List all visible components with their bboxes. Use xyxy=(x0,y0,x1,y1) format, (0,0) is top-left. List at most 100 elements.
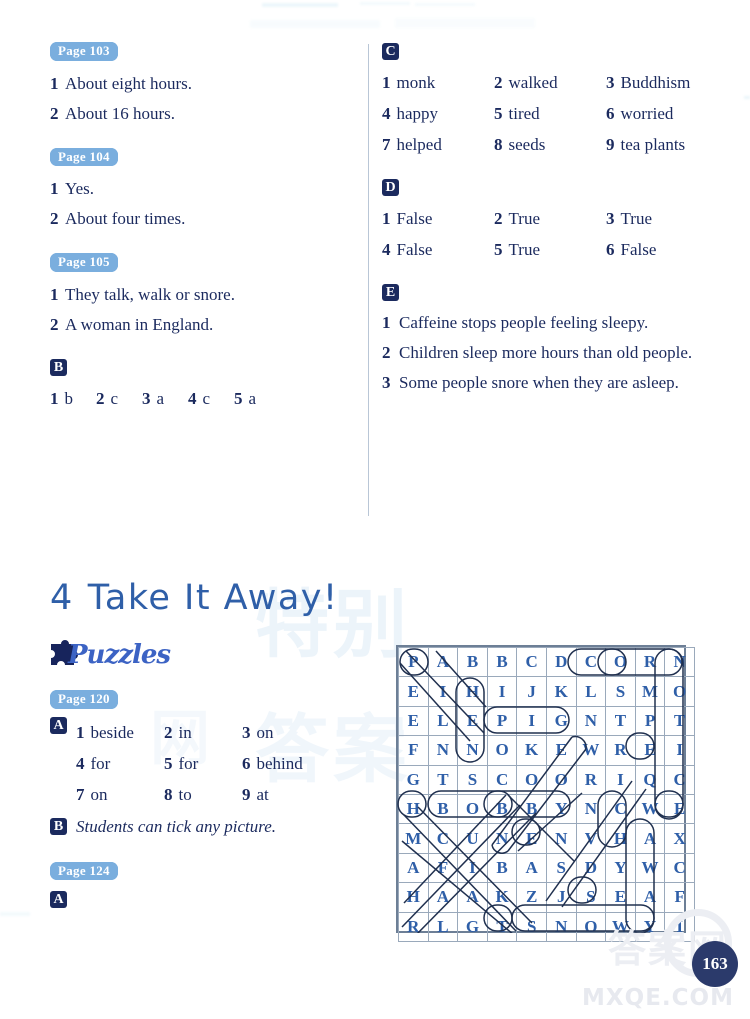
section-e-block: E 1 Caffeine stops people feeling sleepy… xyxy=(382,283,712,398)
word-search-cell: N xyxy=(486,823,518,854)
word-search-cell: I xyxy=(605,764,636,795)
word-search-cell: I xyxy=(457,852,488,884)
word-search-cell: S xyxy=(575,882,607,913)
section-letter-c: C xyxy=(382,42,399,60)
section-b-block: B Students can tick any picture. xyxy=(50,814,360,840)
answer-cell: 6 behind xyxy=(242,748,360,779)
answer-number: 1 xyxy=(50,179,59,199)
answer-number: 9 xyxy=(242,784,251,804)
section-letter-a: A xyxy=(50,891,67,909)
answer-number: 6 xyxy=(242,753,251,773)
word-search-row: ELEPIGNTPT xyxy=(398,705,695,737)
word-search-cell: G xyxy=(545,705,577,737)
answer-text: c xyxy=(202,388,211,408)
answer-number: 3 xyxy=(382,373,391,392)
answer-text: to xyxy=(178,784,192,804)
answer-row: 1 About eight hours. xyxy=(50,69,350,99)
answer-number: 1 xyxy=(76,722,85,742)
answer-number: 6 xyxy=(606,104,615,123)
word-search-cell: D xyxy=(575,852,607,884)
answer-text: a xyxy=(248,388,257,408)
word-search-cell: I xyxy=(664,735,695,766)
answer-text: Yes. xyxy=(65,179,94,199)
answer-number: 3 xyxy=(606,73,615,92)
right-answer-column: C 1 monk 2 walked 3 Buddhism 4 happy 5 tired … xyxy=(382,42,712,402)
answer-text: About 16 hours. xyxy=(65,103,176,123)
word-search-cell: C xyxy=(575,646,607,678)
page-badge: Page 105 xyxy=(50,253,118,272)
word-search-cell: R xyxy=(575,764,607,795)
answer-cell: 5 True xyxy=(494,234,606,265)
answer-row: 3 Some people snore when they are asleep… xyxy=(382,368,712,398)
unit-number: 4 xyxy=(50,578,74,618)
word-search-cell: M xyxy=(634,676,666,707)
word-search-cell: Y xyxy=(605,852,636,884)
word-search-cell: N xyxy=(664,646,695,678)
answer-text: for xyxy=(178,753,199,773)
word-search-cell: H xyxy=(605,823,636,854)
answer-number: 9 xyxy=(606,135,615,154)
section-letter-b-badge: B xyxy=(50,818,67,836)
word-search-cell: H xyxy=(398,793,429,825)
word-search-cell: O xyxy=(605,646,636,678)
word-search-cell: T xyxy=(664,705,695,737)
answer-row: 2 Children sleep more hours than old peo… xyxy=(382,338,712,368)
answer-number: 2 xyxy=(50,209,59,229)
answer-number: 5 xyxy=(234,388,243,408)
answer-number: 2 xyxy=(96,388,105,408)
word-search-cell: W xyxy=(575,735,607,766)
word-search-cell: V xyxy=(575,823,607,854)
section-a-block: A 1 beside 2 in 3 on 4 for 5 for 6 behind 7 on … xyxy=(50,717,360,810)
section-d-block: D 1 False 2 True 3 True 4 False 5 True 6 False xyxy=(382,178,712,265)
answer-cell: 3 on xyxy=(242,717,360,748)
answer-text: c xyxy=(110,388,119,408)
word-search-cell: I xyxy=(427,676,459,707)
answer-number: 4 xyxy=(382,240,391,259)
answer-text: happy xyxy=(396,104,439,123)
scan-bleed-mark xyxy=(360,2,410,5)
word-search-cell: C xyxy=(605,793,636,825)
word-search-row: EIHIJKLSMO xyxy=(398,676,695,707)
answer-row: 1 They talk, walk or snore. xyxy=(50,280,350,310)
section-letter-b: B xyxy=(50,818,76,836)
word-search-row: HAAKZJSEAF xyxy=(398,882,695,913)
word-search-row: FNNOKEWREI xyxy=(398,735,695,766)
answer-cell: 7 on xyxy=(76,779,164,810)
word-search-cell: O xyxy=(457,793,488,825)
word-search-cell: P xyxy=(398,646,429,678)
section-d-answers: 1 False 2 True 3 True 4 False 5 True 6 False xyxy=(382,203,712,265)
answer-text: True xyxy=(508,209,541,228)
word-search-cell: B xyxy=(486,646,518,678)
answer-cell: 3 Buddhism xyxy=(606,67,750,98)
word-search-cell: L xyxy=(427,705,459,737)
word-search-cell: P xyxy=(634,705,666,737)
answer-block: Page 103 1 About eight hours. 2 About 16 h… xyxy=(50,42,350,129)
word-search-cell: U xyxy=(457,823,488,854)
answer-number: 7 xyxy=(76,784,85,804)
answer-cell: 4c xyxy=(188,384,234,414)
answer-number: 5 xyxy=(164,753,173,773)
scan-bleed-mark xyxy=(250,20,380,28)
word-search-cell: C xyxy=(486,764,518,795)
puzzles-logo-text: Puzzles xyxy=(68,640,171,670)
answer-text: walked xyxy=(508,73,558,92)
word-search-row: HBOBBYNCWE xyxy=(398,793,695,825)
answer-text: About four times. xyxy=(65,209,186,229)
answer-row: 2 A woman in England. xyxy=(50,310,350,340)
answer-number: 1 xyxy=(382,73,391,92)
answer-text: b xyxy=(64,388,74,408)
answer-block: Page 105 1 They talk, walk or snore. 2 A w… xyxy=(50,253,350,340)
section-c-block: C 1 monk 2 walked 3 Buddhism 4 happy 5 tired … xyxy=(382,42,712,160)
word-search-cell: I xyxy=(516,705,547,737)
word-search-row: MCUNENVHAX xyxy=(398,823,695,854)
page-badge: Page 120 xyxy=(50,690,118,709)
answer-block: Page 104 1 Yes. 2 About four times. xyxy=(50,147,350,235)
word-search-cell: K xyxy=(545,676,577,707)
answer-cell: 4 False xyxy=(382,234,494,265)
left-answer-column: Page 103 1 About eight hours. 2 About 16 h… xyxy=(50,42,350,418)
answer-text: False xyxy=(620,240,657,259)
answer-text: on xyxy=(90,784,108,804)
word-search-cell: O xyxy=(575,911,607,942)
answer-cell: 4 happy xyxy=(382,98,494,129)
word-search-cell: E xyxy=(516,823,547,854)
